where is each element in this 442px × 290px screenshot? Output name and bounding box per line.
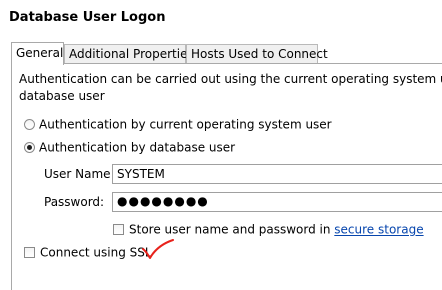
password-input[interactable]: ●●●●●●●● bbox=[112, 192, 442, 212]
user-name-label: User Name: bbox=[44, 167, 115, 181]
radio-database-user[interactable]: Authentication by database user bbox=[24, 140, 235, 155]
store-credentials-label: Store user name and password in bbox=[129, 222, 335, 237]
radio-os-user[interactable]: Authentication by current operating syst… bbox=[24, 117, 332, 132]
database-user-logon-dialog: Database User Logon General Additional P… bbox=[0, 0, 442, 290]
connect-ssl-label: Connect using SSL bbox=[40, 245, 152, 260]
store-credentials-checkbox[interactable] bbox=[113, 224, 124, 235]
authentication-description: Authentication can be carried out using … bbox=[19, 71, 442, 105]
user-name-input[interactable]: SYSTEM bbox=[112, 164, 442, 184]
store-credentials-checkbox-row[interactable]: Store user name and password in secure s… bbox=[113, 222, 424, 237]
red-checkmark-icon bbox=[142, 239, 174, 259]
tab-general[interactable]: General bbox=[11, 42, 64, 65]
connect-ssl-checkbox[interactable] bbox=[24, 247, 35, 258]
tab-additional-properties[interactable]: Additional Properties bbox=[64, 44, 194, 63]
secure-storage-link[interactable]: secure storage bbox=[334, 223, 423, 237]
tab-hosts-used-to-connect[interactable]: Hosts Used to Connect bbox=[186, 44, 328, 63]
radio-button-selected-icon[interactable] bbox=[24, 142, 35, 153]
description-line-1: Authentication can be carried out using … bbox=[19, 72, 442, 86]
dialog-title: Database User Logon bbox=[9, 10, 166, 25]
connect-ssl-checkbox-row[interactable]: Connect using SSL bbox=[24, 245, 152, 260]
description-line-2: database user bbox=[19, 89, 105, 103]
radio-button-icon[interactable] bbox=[24, 119, 35, 130]
password-label: Password: bbox=[44, 195, 105, 209]
radio-os-user-label: Authentication by current operating syst… bbox=[39, 117, 332, 132]
radio-database-user-label: Authentication by database user bbox=[39, 140, 236, 155]
tab-bar: General Additional Properties Hosts Used… bbox=[0, 42, 442, 65]
